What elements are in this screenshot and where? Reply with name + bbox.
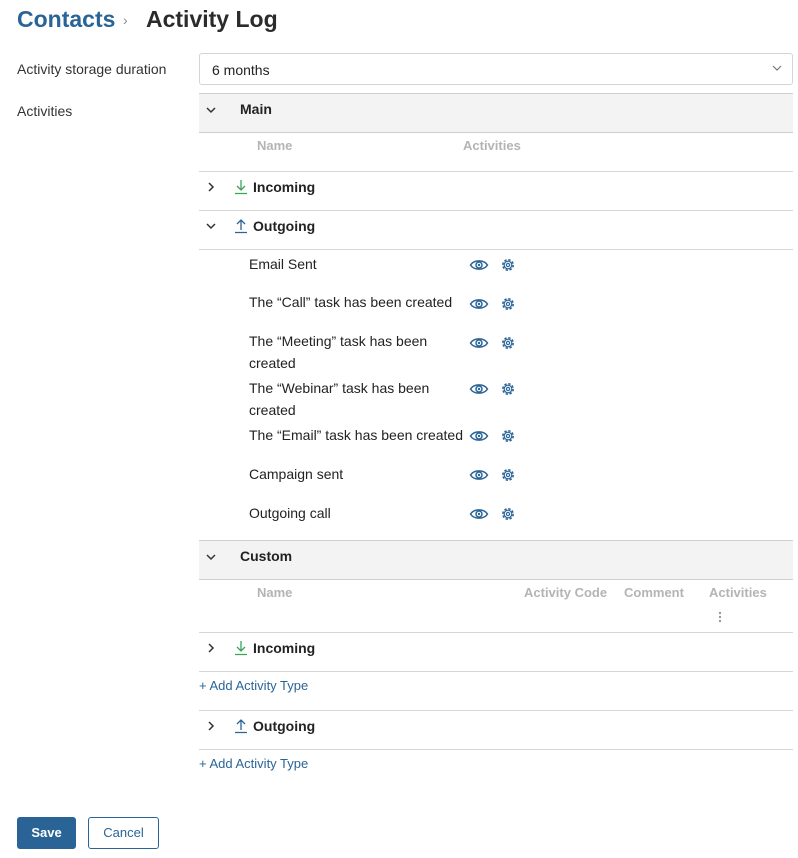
column-activities: Activities — [709, 585, 767, 600]
gear-icon[interactable] — [498, 256, 518, 274]
activity-name: The “Email” task has been created — [249, 427, 463, 443]
chevron-down-icon[interactable] — [206, 221, 216, 231]
gear-icon[interactable] — [498, 295, 518, 313]
eye-icon[interactable] — [469, 505, 489, 523]
chevron-right-icon[interactable] — [206, 643, 216, 653]
gear-icon[interactable] — [498, 380, 518, 398]
cancel-button[interactable]: Cancel — [88, 817, 159, 849]
main-section-title: Main — [240, 101, 272, 117]
gear-icon[interactable] — [498, 505, 518, 523]
eye-icon[interactable] — [469, 427, 489, 445]
chevron-right-icon[interactable] — [206, 182, 216, 192]
add-activity-type-link[interactable]: + Add Activity Type — [199, 678, 308, 693]
gear-icon[interactable] — [498, 334, 518, 352]
activity-name: The “Meeting” task has been created — [249, 333, 428, 371]
column-name: Name — [257, 138, 293, 153]
eye-icon[interactable] — [469, 466, 489, 484]
divider — [199, 171, 793, 172]
outgoing-icon — [235, 219, 247, 234]
custom-incoming-label[interactable]: Incoming — [253, 640, 315, 656]
outgoing-icon — [235, 719, 247, 734]
activity-name: Outgoing call — [249, 505, 331, 521]
activity-name: The “Call” task has been created — [249, 294, 453, 310]
column-name: Name — [257, 585, 293, 600]
gear-icon[interactable] — [498, 466, 518, 484]
save-button[interactable]: Save — [17, 817, 76, 849]
eye-icon[interactable] — [469, 380, 489, 398]
activity-name: Email Sent — [249, 256, 317, 272]
main-incoming-label[interactable]: Incoming — [253, 179, 315, 195]
breadcrumb-contacts[interactable]: Contacts — [17, 6, 115, 33]
eye-icon[interactable] — [469, 334, 489, 352]
incoming-icon — [235, 180, 247, 195]
main-outgoing-label[interactable]: Outgoing — [253, 218, 315, 234]
custom-outgoing-label[interactable]: Outgoing — [253, 718, 315, 734]
storage-duration-label: Activity storage duration — [17, 61, 167, 77]
more-vertical-icon[interactable] — [718, 611, 722, 623]
storage-duration-select[interactable]: 6 months — [199, 53, 793, 85]
gear-icon[interactable] — [498, 427, 518, 445]
activity-name: The “Webinar” task has been created — [249, 380, 430, 418]
custom-section-title: Custom — [240, 548, 293, 564]
chevron-down-icon[interactable] — [206, 552, 216, 562]
column-activity-code: Activity Code — [524, 585, 608, 600]
add-activity-type-link[interactable]: + Add Activity Type — [199, 756, 308, 771]
column-activities: Activities — [463, 138, 521, 153]
divider — [199, 671, 793, 672]
eye-icon[interactable] — [469, 256, 489, 274]
storage-duration-value: 6 months — [212, 62, 270, 78]
chevron-down-icon[interactable] — [206, 105, 216, 115]
main-section-header[interactable]: Main — [199, 93, 793, 133]
divider — [199, 210, 793, 211]
chevron-right-icon[interactable] — [206, 721, 216, 731]
activity-name: Campaign sent — [249, 466, 344, 482]
custom-section-header[interactable]: Custom — [199, 540, 793, 580]
divider — [199, 632, 793, 633]
incoming-icon — [235, 641, 247, 656]
divider — [199, 249, 793, 250]
activities-label: Activities — [17, 103, 73, 119]
column-comment: Comment — [624, 585, 684, 600]
divider — [199, 710, 793, 711]
divider — [199, 749, 793, 750]
eye-icon[interactable] — [469, 295, 489, 313]
chevron-down-icon — [772, 65, 782, 71]
page-title: Activity Log — [146, 6, 278, 32]
breadcrumb-separator: › — [123, 12, 128, 28]
